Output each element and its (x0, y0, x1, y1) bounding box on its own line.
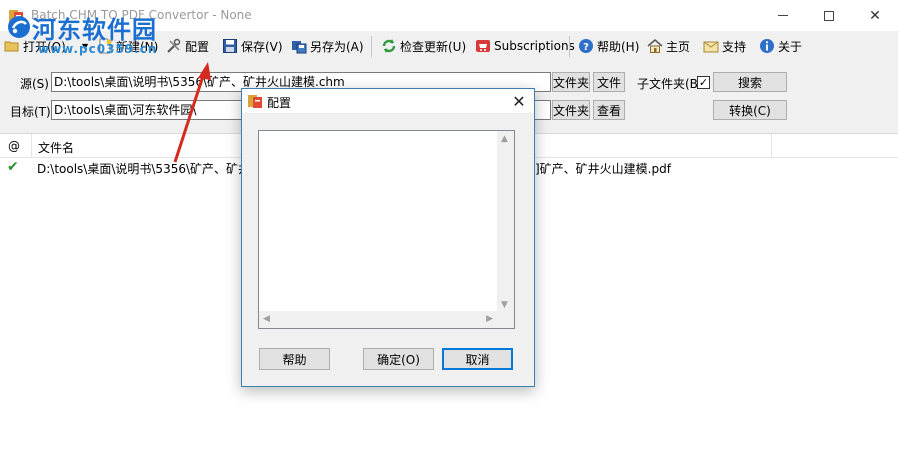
help-label: 帮助(H) (597, 39, 640, 54)
scrollbar-corner (497, 311, 514, 328)
config-label: 配置 (185, 39, 210, 54)
check-update-label: 检查更新(U) (400, 39, 467, 54)
subscriptions-label: Subscriptions (494, 39, 575, 53)
scroll-left-icon[interactable]: ◀ (263, 314, 270, 324)
target-label: 目标(T) (10, 105, 51, 119)
source-folder-button[interactable]: 文件夹 (552, 72, 590, 92)
dialog-help-button[interactable]: 帮助 (259, 348, 330, 370)
toolbar-divider (569, 36, 570, 57)
scroll-right-icon[interactable]: ▶ (486, 314, 493, 324)
save-button[interactable]: 保存(V) (222, 36, 283, 56)
support-button[interactable]: 支持 (703, 36, 746, 56)
source-file-button[interactable]: 文件 (593, 72, 625, 92)
row-target-path: ]矿产、矿井火山建模.pdf (535, 162, 671, 176)
floppy-disk-icon (223, 39, 237, 53)
about-label: 关于 (778, 39, 803, 54)
check-update-button[interactable]: 检查更新(U) (381, 36, 466, 56)
toolbar-divider (371, 36, 372, 57)
save-as-button[interactable]: 另存为(A) (291, 36, 364, 56)
vertical-scrollbar[interactable]: ▲ ▼ (497, 131, 514, 313)
about-button[interactable]: 关于 (759, 36, 802, 56)
app-icon (248, 95, 262, 108)
minimize-button[interactable] (760, 0, 806, 31)
info-icon (760, 39, 774, 53)
filename-column-header[interactable]: 文件名 (38, 139, 74, 156)
save-as-icon (292, 41, 307, 54)
success-check-icon: ✔ (7, 159, 19, 175)
home-label: 主页 (666, 39, 691, 54)
config-list-box[interactable]: ▲ ▼ ◀ ▶ (258, 130, 515, 329)
save-as-label: 另存为(A) (310, 39, 364, 54)
close-button[interactable]: ✕ (852, 0, 898, 31)
close-icon: ✕ (869, 7, 881, 24)
convert-button[interactable]: 转换(C) (713, 100, 787, 120)
dialog-title-bar: 配置 ✕ (242, 89, 534, 113)
help-button[interactable]: ? 帮助(H) (578, 36, 639, 56)
watermark-logo-icon (8, 16, 30, 38)
subfolder-label: 子文件夹(B (637, 77, 698, 91)
watermark-site-name: 河东软件园 (32, 15, 157, 44)
close-icon: ✕ (512, 91, 526, 111)
home-icon (647, 39, 663, 53)
horizontal-scrollbar[interactable]: ◀ ▶ (259, 311, 497, 328)
scroll-down-icon[interactable]: ▼ (501, 300, 508, 310)
source-label: 源(S) (20, 77, 49, 91)
tools-icon (167, 38, 181, 53)
maximize-button[interactable] (806, 0, 852, 31)
support-label: 支持 (722, 39, 747, 54)
row-source-path: D:\tools\桌面\说明书\5356\矿产、矿井火 (37, 162, 263, 176)
minimize-icon (778, 15, 788, 16)
status-column-header[interactable]: @ (8, 139, 20, 153)
shopping-cart-icon (476, 40, 490, 52)
config-dialog: 配置 ✕ ▲ ▼ ◀ ▶ 帮助 确定(O) 取消 (241, 88, 535, 387)
view-button[interactable]: 查看 (593, 100, 625, 120)
column-divider (31, 134, 32, 158)
dialog-cancel-button[interactable]: 取消 (442, 348, 513, 370)
dialog-ok-button[interactable]: 确定(O) (363, 348, 434, 370)
help-icon: ? (579, 39, 593, 53)
dialog-title: 配置 (267, 96, 292, 110)
save-label: 保存(V) (241, 39, 283, 54)
subfolder-checkbox[interactable]: ✓ (697, 76, 710, 89)
dialog-close-button[interactable]: ✕ (504, 89, 534, 113)
config-button[interactable]: 配置 (166, 36, 209, 56)
refresh-icon (382, 39, 396, 53)
envelope-icon (703, 41, 719, 53)
svg-text:?: ? (583, 42, 589, 53)
home-button[interactable]: 主页 (647, 36, 690, 56)
subscriptions-button[interactable]: Subscriptions (475, 36, 575, 56)
scroll-up-icon[interactable]: ▲ (501, 134, 508, 144)
column-divider (771, 134, 772, 158)
search-button[interactable]: 搜索 (713, 72, 787, 92)
watermark-url: www.pc0359.cn (38, 42, 158, 56)
maximize-icon (824, 10, 834, 21)
folder-open-icon (4, 41, 19, 52)
target-folder-button[interactable]: 文件夹 (552, 100, 590, 120)
